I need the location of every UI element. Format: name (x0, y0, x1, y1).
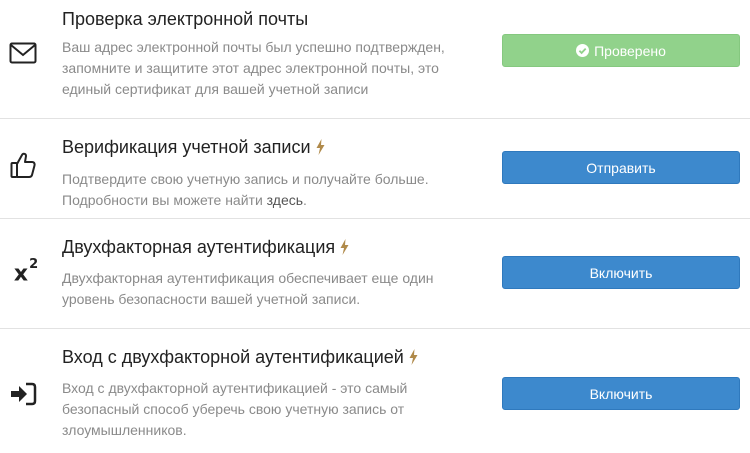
check-circle-icon (576, 44, 590, 57)
security-settings-list: Проверка электронной почты Ваш адрес эле… (0, 0, 750, 453)
submit-button[interactable]: Отправить (502, 151, 740, 184)
email-verification-row: Проверка электронной почты Ваш адрес эле… (0, 0, 750, 119)
two-factor-title-text: Двухфакторная аутентификация (62, 237, 336, 257)
description-period: . (303, 192, 307, 208)
account-verification-title-text: Верификация учетной записи (62, 137, 311, 157)
sign-in-icon (8, 379, 38, 409)
two-factor-row: x2 Двухфакторная аутентификация Двухфакт… (0, 219, 750, 329)
submit-button-label: Отправить (586, 159, 656, 176)
two-factor-login-description: Вход с двухфакторной аутентификацией - э… (62, 380, 408, 438)
verified-button: Проверено (502, 34, 740, 67)
two-factor-login-row: Вход с двухфакторной аутентификацией Вхо… (0, 329, 750, 453)
details-link[interactable]: здесь (267, 192, 303, 208)
bolt-icon (340, 238, 349, 260)
bolt-icon (316, 138, 325, 160)
verified-button-label: Проверено (594, 42, 666, 59)
enable-two-factor-login-button-label: Включить (589, 385, 653, 402)
enable-two-factor-button-label: Включить (589, 264, 653, 281)
enable-two-factor-login-button[interactable]: Включить (502, 377, 740, 410)
account-verification-description-text: Подтвердите свою учетную запись и получа… (62, 171, 429, 208)
two-factor-login-title: Вход с двухфакторной аутентификацией (62, 346, 418, 370)
account-verification-description: Подтвердите свою учетную запись и получа… (62, 169, 462, 211)
account-verification-title: Верификация учетной записи (62, 136, 325, 160)
email-verification-title: Проверка электронной почты (62, 9, 309, 29)
bolt-icon (409, 348, 418, 370)
x-squared-exponent: 2 (29, 257, 39, 273)
envelope-icon (8, 38, 38, 68)
thumbs-up-icon (8, 150, 38, 180)
enable-two-factor-button[interactable]: Включить (502, 256, 740, 289)
two-factor-login-title-text: Вход с двухфакторной аутентификацией (62, 347, 404, 367)
two-factor-title: Двухфакторная аутентификация (62, 236, 349, 260)
two-factor-description: Двухфакторная аутентификация обеспечивае… (62, 270, 434, 307)
x-squared-base: x (13, 261, 29, 287)
x-squared-icon: x2 (8, 257, 44, 289)
account-verification-row: Верификация учетной записи Подтвердите с… (0, 119, 750, 219)
email-verification-description: Ваш адрес электронной почты был успешно … (62, 39, 445, 97)
